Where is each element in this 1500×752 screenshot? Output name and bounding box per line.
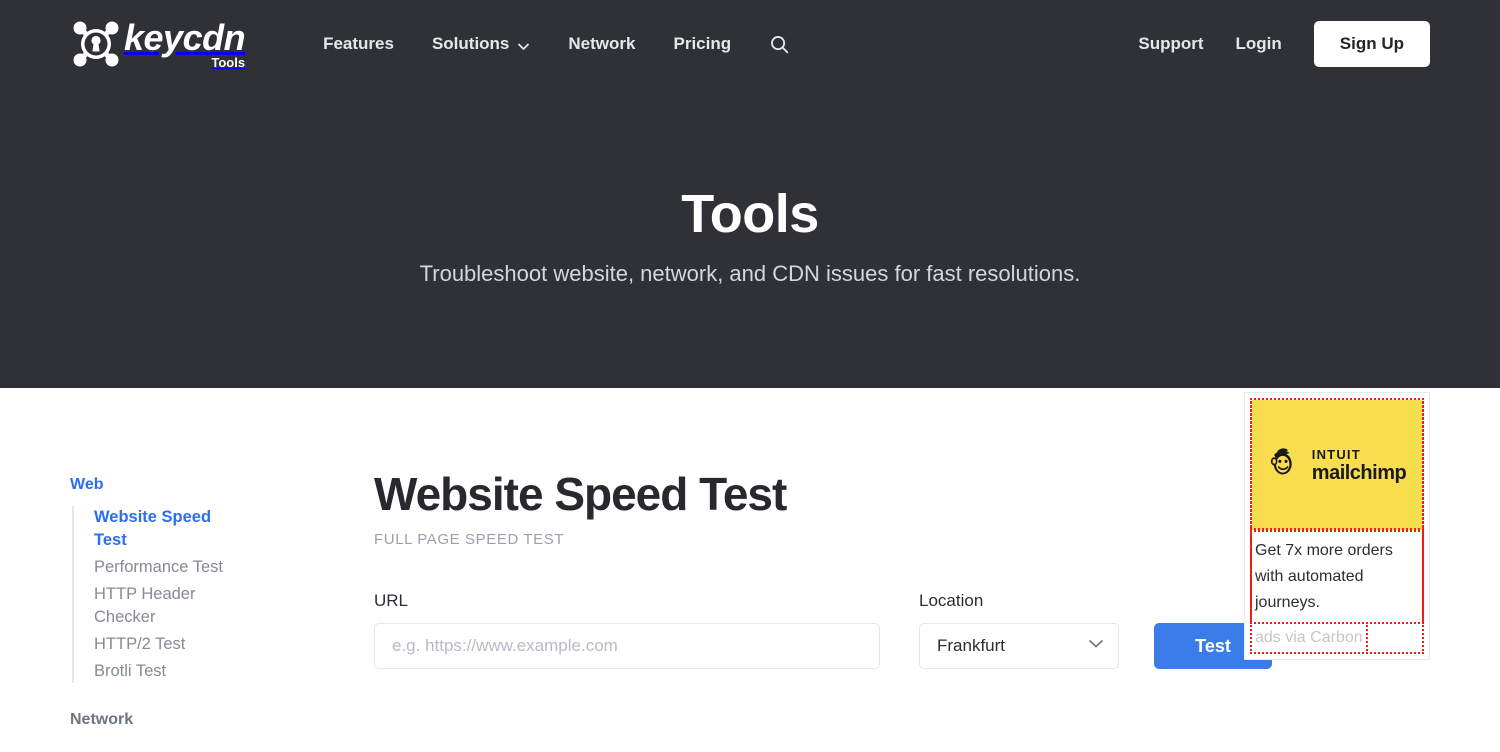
site-header: keycdn Tools Features Solutions Network … bbox=[0, 0, 1500, 388]
sidebar-item-performance-test[interactable]: Performance Test bbox=[94, 556, 244, 579]
sign-up-button[interactable]: Sign Up bbox=[1313, 21, 1430, 67]
nav-secondary-links: Support Login Sign Up bbox=[1138, 21, 1430, 67]
main-content: Web Website Speed Test Performance Test … bbox=[0, 388, 1500, 741]
location-field-group: Location Frankfurt bbox=[919, 590, 1119, 669]
hero-section: Tools Troubleshoot website, network, and… bbox=[0, 88, 1500, 288]
sidebar-item-website-speed-test[interactable]: Website Speed Test bbox=[94, 506, 244, 552]
nav-label: Solutions bbox=[431, 34, 510, 53]
url-field-group: URL bbox=[374, 590, 880, 669]
brand-name: keycdn bbox=[124, 17, 246, 58]
page-title: Tools bbox=[681, 184, 819, 244]
location-selected-value: Frankfurt bbox=[937, 636, 1006, 655]
chevron-down-icon bbox=[517, 38, 530, 51]
carbon-ad-inner: INTUIT mailchimp Get 7x more orders with… bbox=[1250, 398, 1424, 654]
mailchimp-ad-banner[interactable]: INTUIT mailchimp bbox=[1250, 398, 1424, 532]
search-icon[interactable] bbox=[769, 34, 790, 55]
nav-label: Login bbox=[1235, 34, 1282, 53]
url-label: URL bbox=[374, 591, 409, 610]
nav-label: Features bbox=[323, 34, 394, 53]
location-label: Location bbox=[919, 591, 984, 610]
nav-item-solutions[interactable]: Solutions bbox=[432, 34, 530, 54]
nav-item-pricing[interactable]: Pricing bbox=[673, 34, 731, 54]
sidebar-item-http-header-checker[interactable]: HTTP Header Checker bbox=[94, 583, 244, 629]
brand-logo-link[interactable]: keycdn Tools bbox=[70, 17, 246, 70]
brand-subtitle: Tools bbox=[211, 55, 246, 70]
nav-label: Support bbox=[1138, 34, 1204, 53]
carbon-ad-attribution[interactable]: ads via Carbon bbox=[1250, 622, 1368, 654]
keycdn-keyhole-node-icon bbox=[70, 18, 122, 70]
carbon-ad-text[interactable]: Get 7x more orders with automated journe… bbox=[1250, 528, 1424, 624]
nav-item-features[interactable]: Features bbox=[323, 34, 394, 54]
sidebar-item-brotli-test[interactable]: Brotli Test bbox=[94, 660, 244, 683]
main-navigation: keycdn Tools Features Solutions Network … bbox=[0, 0, 1500, 88]
carbon-ad-panel: INTUIT mailchimp Get 7x more orders with… bbox=[1244, 392, 1430, 660]
nav-label: Pricing bbox=[673, 34, 732, 53]
mailchimp-freddie-monkey-icon bbox=[1268, 445, 1304, 486]
url-input[interactable] bbox=[374, 623, 880, 669]
sidebar-item-http2-test[interactable]: HTTP/2 Test bbox=[94, 633, 244, 656]
hero-subtitle: Troubleshoot website, network, and CDN i… bbox=[419, 261, 1081, 286]
location-select[interactable]: Frankfurt bbox=[919, 623, 1119, 669]
nav-item-support[interactable]: Support bbox=[1138, 34, 1203, 54]
nav-item-network[interactable]: Network bbox=[568, 34, 635, 54]
sidebar-section-network[interactable]: Network bbox=[70, 709, 305, 731]
sidebar-list-web: Website Speed Test Performance Test HTTP… bbox=[72, 506, 305, 683]
mailchimp-wordmark: mailchimp bbox=[1311, 461, 1407, 484]
mailchimp-intuit-label: INTUIT bbox=[1311, 446, 1361, 462]
nav-item-login[interactable]: Login bbox=[1236, 34, 1282, 54]
sidebar-section-web[interactable]: Web bbox=[70, 474, 305, 496]
nav-label: Network bbox=[568, 34, 636, 53]
nav-primary-links: Features Solutions Network Pricing bbox=[323, 34, 790, 55]
tools-sidebar: Web Website Speed Test Performance Test … bbox=[70, 466, 305, 741]
